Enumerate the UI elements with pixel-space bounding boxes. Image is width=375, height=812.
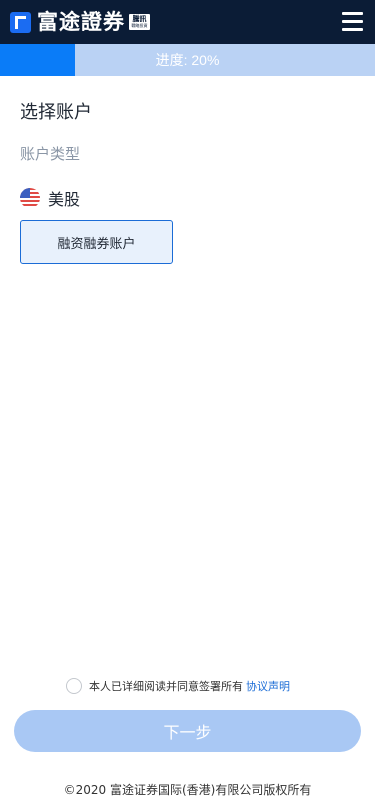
margin-account-option[interactable]: 融资融券账户 [20, 220, 173, 264]
agreement-row: 本人已详细阅读并同意签署所有 协议声明 [66, 678, 290, 694]
brand-logo[interactable]: 富途證券 騰訊 戰略投資 [10, 11, 150, 33]
brand-name: 富途證券 [37, 10, 125, 34]
menu-button[interactable] [342, 12, 363, 32]
market-row: 美股 [20, 186, 80, 210]
top-header: 富途證券 騰訊 戰略投資 [0, 0, 375, 44]
us-flag-icon [20, 188, 40, 208]
copyright-footer: ©2020 富途证券国际(香港)有限公司版权所有 [63, 783, 312, 797]
futu-logo-icon [10, 11, 31, 33]
market-label: 美股 [48, 190, 81, 209]
account-type-label: 账户类型 [20, 145, 81, 163]
agreement-link[interactable]: 协议声明 [246, 678, 290, 694]
badge-bottom-text: 戰略投資 [131, 23, 148, 28]
progress-label: 进度: 20% [155, 52, 220, 68]
agreement-text: 本人已详细阅读并同意签署所有 [89, 680, 243, 693]
progress-bar: 进度: 20% [0, 44, 375, 76]
agreement-checkbox[interactable] [66, 678, 82, 694]
tencent-badge: 騰訊 戰略投資 [129, 14, 150, 30]
next-step-button[interactable]: 下一步 [14, 710, 361, 752]
page-title: 选择账户 [20, 102, 92, 123]
badge-top-text: 騰訊 [132, 15, 147, 23]
